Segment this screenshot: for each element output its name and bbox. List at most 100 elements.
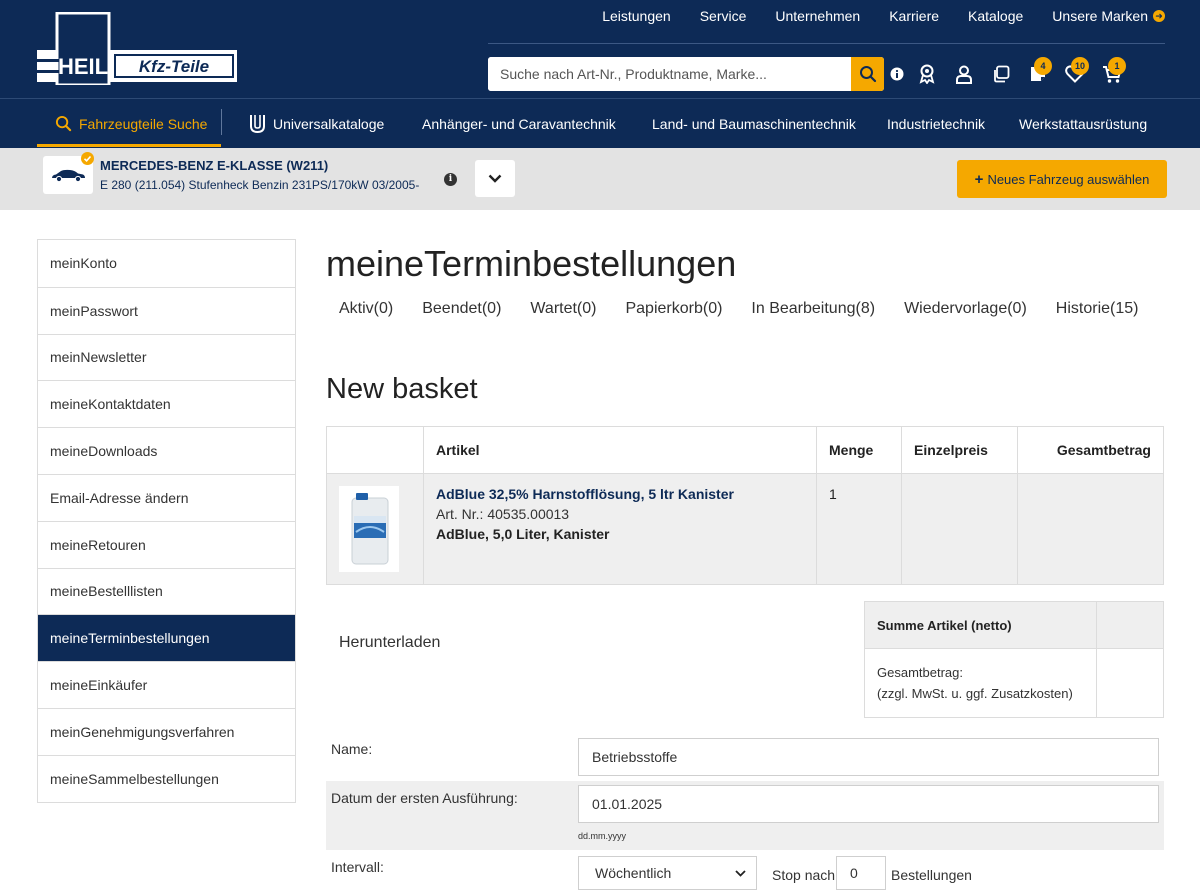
notes-count-badge: 4 [1034,57,1052,75]
sidebar-item-meinebestelllisten[interactable]: meineBestelllisten [38,567,295,615]
vehicle-dropdown-button[interactable] [475,160,515,197]
tab-universalkataloge[interactable]: Universalkataloge [249,99,384,148]
column-header-einzelpreis: Einzelpreis [901,426,1018,474]
chevron-down-icon [488,174,502,183]
basket-title: New basket [326,373,478,405]
sidebar-item-meineretouren[interactable]: meineRetouren [38,520,295,568]
top-navigation: Leistungen Service Unternehmen Karriere … [602,8,1165,24]
tab-werkstattausruestung[interactable]: Werkstattausrüstung [1019,99,1147,148]
download-link[interactable]: Herunterladen [339,634,440,652]
account-button[interactable] [945,57,982,91]
topnav-leistungen[interactable]: Leistungen [602,8,671,24]
sidebar-item-meingenehmigungsverfahren[interactable]: meinGenehmigungsverfahren [38,707,295,755]
product-image[interactable] [339,486,399,572]
sidebar-item-meinedownloads[interactable]: meineDownloads [38,427,295,474]
plus-icon: + [974,170,984,188]
header: HEIL Kfz-Teile Leistungen Service Untern… [0,0,1200,98]
tab-wartet[interactable]: Wartet(0) [530,300,596,318]
compare-button[interactable] [982,57,1019,91]
topnav-karriere[interactable]: Karriere [889,8,939,24]
summary-table: Summe Artikel (netto) Gesamtbetrag: (zzg… [864,601,1164,718]
search-bar [488,57,884,91]
topnav-unternehmen[interactable]: Unternehmen [775,8,860,24]
sidebar-item-meinnewsletter[interactable]: meinNewsletter [38,333,295,381]
heil-logo[interactable]: HEIL Kfz-Teile [37,12,237,85]
search-icon [55,115,72,132]
column-header-gesamtbetrag: Gesamtbetrag [1017,426,1164,474]
tab-fahrzeugteile-suche-label: Fahrzeugteile Suche [79,115,208,132]
unit-price-cell [901,473,1018,585]
topnav-service[interactable]: Service [700,8,747,24]
copy-icon [993,65,1009,83]
u-logo-icon [250,114,265,133]
tab-aktiv[interactable]: Aktiv(0) [339,300,393,318]
topnav-unsere-marken[interactable]: Unsere Marken ➜ [1052,8,1165,24]
sidebar-item-meineterminbestellungen[interactable]: meineTerminbestellungen [38,614,295,662]
name-label: Name: [331,741,373,757]
page-title: meineTerminbestellungen [326,243,737,284]
sidebar-item-meinekontaktdaten[interactable]: meineKontaktdaten [38,380,295,427]
table-row: AdBlue 32,5% Harnstofflösung, 5 ltr Kani… [326,473,1164,585]
summary-total-line2: (zzgl. MwSt. u. ggf. Zusatzkosten) [877,686,1073,701]
table-header-row: Artikel Menge Einzelpreis Gesamtbetrag [326,426,1164,474]
product-image-cell [326,473,424,585]
name-field[interactable]: Betriebsstoffe [578,738,1159,776]
award-button[interactable] [908,57,945,91]
form-row-interval: Intervall: Wöchentlich Stop nach 0 Beste… [326,850,1164,890]
search-button[interactable] [851,57,884,91]
date-field[interactable]: 01.01.2025 [578,785,1159,823]
sidebar-item-email-aendern[interactable]: Email-Adresse ändern [38,473,295,521]
cart-button[interactable]: 1 [1093,57,1130,91]
column-header-image [326,426,424,474]
sidebar-item-meinpasswort[interactable]: meinPasswort [38,286,295,334]
notes-button[interactable]: 4 [1019,57,1056,91]
header-divider [488,43,1165,44]
tab-papierkorb[interactable]: Papierkorb(0) [625,300,722,318]
product-name-link[interactable]: AdBlue 32,5% Harnstofflösung, 5 ltr Kani… [436,486,804,502]
nav-divider [221,109,222,135]
sidebar-item-meinesammelbestellungen[interactable]: meineSammelbestellungen [38,754,295,802]
user-icon [955,65,972,84]
svg-text:Kfz-Teile: Kfz-Teile [139,57,209,76]
interval-value: Wöchentlich [595,865,672,881]
wishlist-button[interactable]: 10 [1056,57,1093,91]
sidebar-item-meinkonto[interactable]: meinKonto [38,240,295,287]
tab-beendet[interactable]: Beendet(0) [422,300,501,318]
tab-land-baumaschinentechnik[interactable]: Land- und Baumaschinentechnik [652,99,856,148]
search-icon [859,66,876,83]
cart-count-badge: 1 [1108,57,1126,75]
chevron-down-icon [735,869,746,877]
account-sidebar: meinKonto meinPasswort meinNewsletter me… [37,239,296,803]
tab-industrietechnik[interactable]: Industrietechnik [887,99,985,148]
info-button[interactable] [886,57,908,91]
summary-total-label: Gesamtbetrag: (zzgl. MwSt. u. ggf. Zusat… [864,648,1097,718]
active-tab-indicator [37,144,221,147]
tab-in-bearbeitung[interactable]: In Bearbeitung(8) [751,300,875,318]
adblue-canister-image [351,493,389,565]
summary-total-row: Gesamtbetrag: (zzgl. MwSt. u. ggf. Zusat… [864,648,1164,718]
column-header-menge: Menge [816,426,902,474]
info-icon[interactable]: i [444,173,457,186]
product-description: AdBlue, 5,0 Liter, Kanister [436,526,610,542]
summary-header-row: Summe Artikel (netto) [864,601,1164,649]
product-part-number: Art. Nr.: 40535.00013 [436,506,570,522]
basket-table: Artikel Menge Einzelpreis Gesamtbetrag A… [326,426,1164,585]
tab-universalkataloge-label: Universalkataloge [273,115,385,132]
date-label: Datum der ersten Ausführung: [331,790,518,806]
svg-text:HEIL: HEIL [58,54,108,79]
interval-label: Intervall: [331,859,384,875]
tab-fahrzeugteile-suche[interactable]: Fahrzeugteile Suche [55,99,207,148]
topnav-kataloge[interactable]: Kataloge [968,8,1023,24]
stop-after-input[interactable]: 0 [836,856,886,890]
total-cell [1017,473,1164,585]
form-row-date: Datum der ersten Ausführung: 01.01.2025 … [326,781,1164,850]
sidebar-item-meineeinkaeufer[interactable]: meineEinkäufer [38,661,295,708]
new-vehicle-button[interactable]: + Neues Fahrzeug auswählen [957,160,1167,198]
award-icon [919,64,934,84]
summary-total-value [1096,648,1164,718]
tab-historie[interactable]: Historie(15) [1056,300,1139,318]
interval-select[interactable]: Wöchentlich [578,856,757,890]
tab-wiedervorlage[interactable]: Wiedervorlage(0) [904,300,1027,318]
search-input[interactable] [488,57,851,91]
tab-anhaenger-caravantechnik[interactable]: Anhänger- und Caravantechnik [422,99,616,148]
